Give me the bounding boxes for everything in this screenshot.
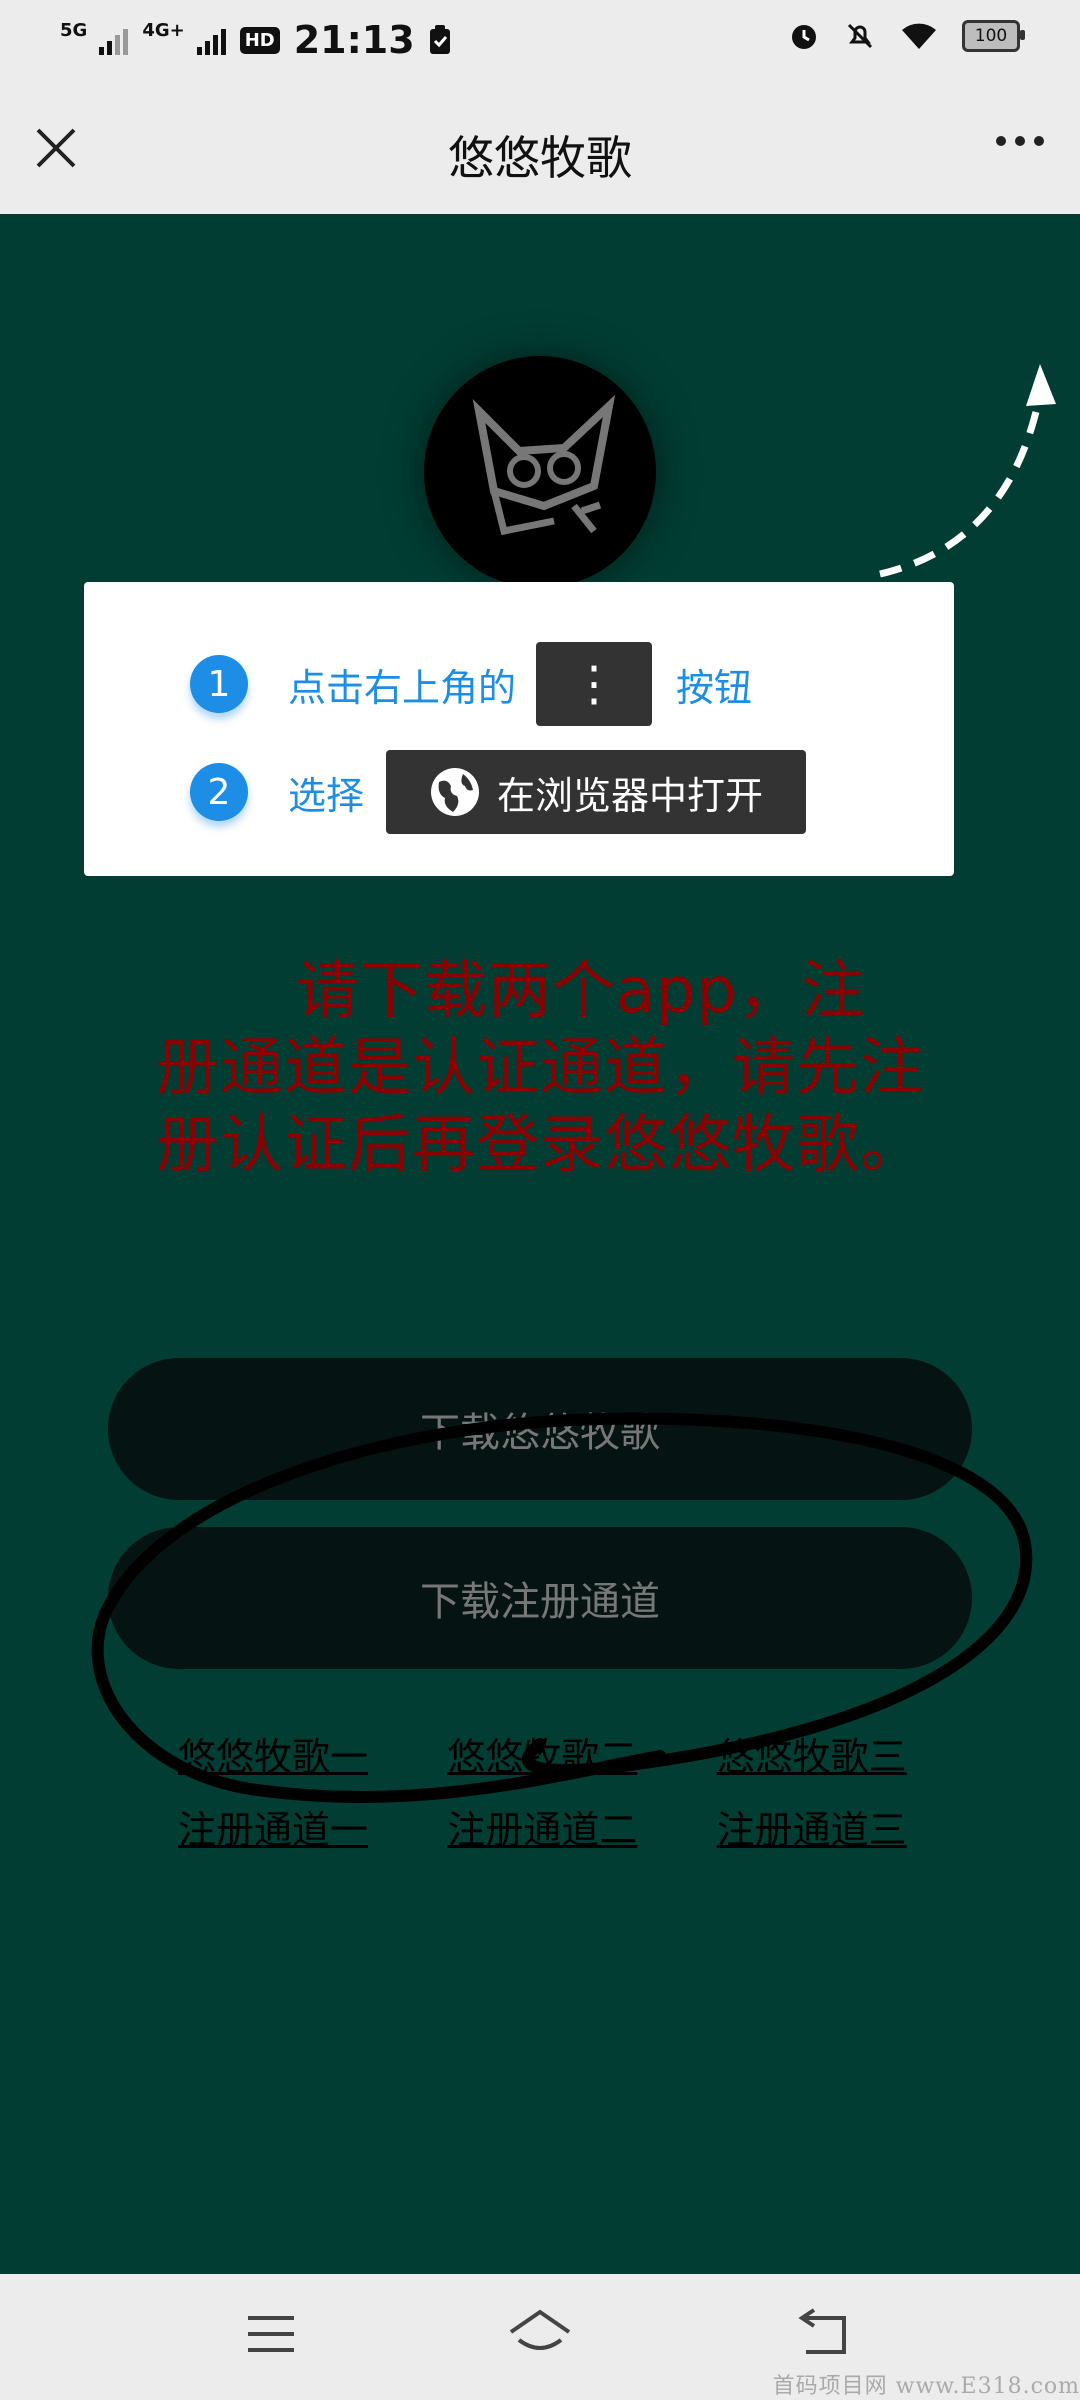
title-bar: 悠悠牧歌 bbox=[0, 84, 1080, 214]
logo-mascot-icon bbox=[472, 394, 616, 536]
clipboard-icon bbox=[429, 25, 450, 54]
step-number-1: 1 bbox=[190, 655, 248, 713]
link-register-1[interactable]: 注册通道一 bbox=[178, 1799, 379, 1854]
tip-step-1: 1 点击右上角的 ⋮ 按钮 bbox=[190, 642, 752, 726]
hint-arrow-icon bbox=[879, 364, 1056, 578]
status-left: 5G 4G+ HD 21:13 bbox=[60, 18, 451, 62]
network-4g-label: 4G+ bbox=[142, 19, 185, 41]
network-5g-label: 5G bbox=[60, 19, 88, 41]
wifi-icon bbox=[902, 23, 936, 49]
open-in-browser-tip: 1 点击右上角的 ⋮ 按钮 2 选择 在浏览器中打开 bbox=[84, 582, 954, 876]
battery-icon: 100 bbox=[962, 20, 1025, 52]
open-in-browser-pill: 在浏览器中打开 bbox=[386, 750, 807, 834]
download-notice: 请下载两个app，注册通道是认证通道，请先注册认证后再登录悠悠牧歌。 bbox=[156, 954, 924, 1181]
mute-icon bbox=[847, 23, 873, 49]
step2-text: 选择 bbox=[288, 773, 365, 818]
step1-after-text: 按钮 bbox=[676, 665, 753, 710]
signal-icon bbox=[99, 25, 129, 55]
signal-icon-2 bbox=[196, 25, 226, 55]
status-right: 100 bbox=[788, 20, 1025, 52]
hd-badge: HD bbox=[239, 26, 280, 54]
download-links: 悠悠牧歌一 悠悠牧歌二 悠悠牧歌三 注册通道一 注册通道二 注册通道三 bbox=[178, 1726, 918, 1854]
page-title: 悠悠牧歌 bbox=[448, 131, 632, 185]
back-icon[interactable] bbox=[790, 2304, 860, 2364]
menu-dots-pill: ⋮ bbox=[536, 642, 653, 726]
step-number-2: 2 bbox=[190, 763, 248, 821]
watermark: 首码项目网 www.E318.com bbox=[772, 2374, 1080, 2399]
link-app-1[interactable]: 悠悠牧歌一 bbox=[178, 1726, 379, 1781]
app-logo bbox=[424, 356, 656, 588]
tip-step-2: 2 选择 在浏览器中打开 bbox=[190, 750, 807, 834]
link-app-2[interactable]: 悠悠牧歌二 bbox=[447, 1726, 648, 1781]
download-register-button[interactable]: 下载注册通道 bbox=[108, 1527, 972, 1669]
alarm-icon bbox=[792, 25, 816, 49]
system-nav-bar: 首码项目网 www.E318.com bbox=[0, 2274, 1080, 2400]
menu-icon[interactable] bbox=[236, 2304, 306, 2364]
globe-icon bbox=[431, 768, 479, 816]
link-app-3[interactable]: 悠悠牧歌三 bbox=[717, 1726, 918, 1781]
link-register-2[interactable]: 注册通道二 bbox=[447, 1799, 648, 1854]
main-content: 1 点击右上角的 ⋮ 按钮 2 选择 在浏览器中打开 请下载两个app，注册通道… bbox=[0, 214, 1080, 2274]
link-register-3[interactable]: 注册通道三 bbox=[717, 1799, 918, 1854]
step1-text: 点击右上角的 bbox=[288, 665, 517, 710]
status-time: 21:13 bbox=[293, 18, 415, 62]
more-icon[interactable] bbox=[996, 136, 1044, 146]
open-in-browser-label: 在浏览器中打开 bbox=[497, 773, 764, 818]
home-icon[interactable] bbox=[505, 2304, 575, 2364]
status-bar: 5G 4G+ HD 21:13 100 bbox=[0, 0, 1080, 84]
download-app-button[interactable]: 下载悠悠牧歌 bbox=[108, 1358, 972, 1500]
